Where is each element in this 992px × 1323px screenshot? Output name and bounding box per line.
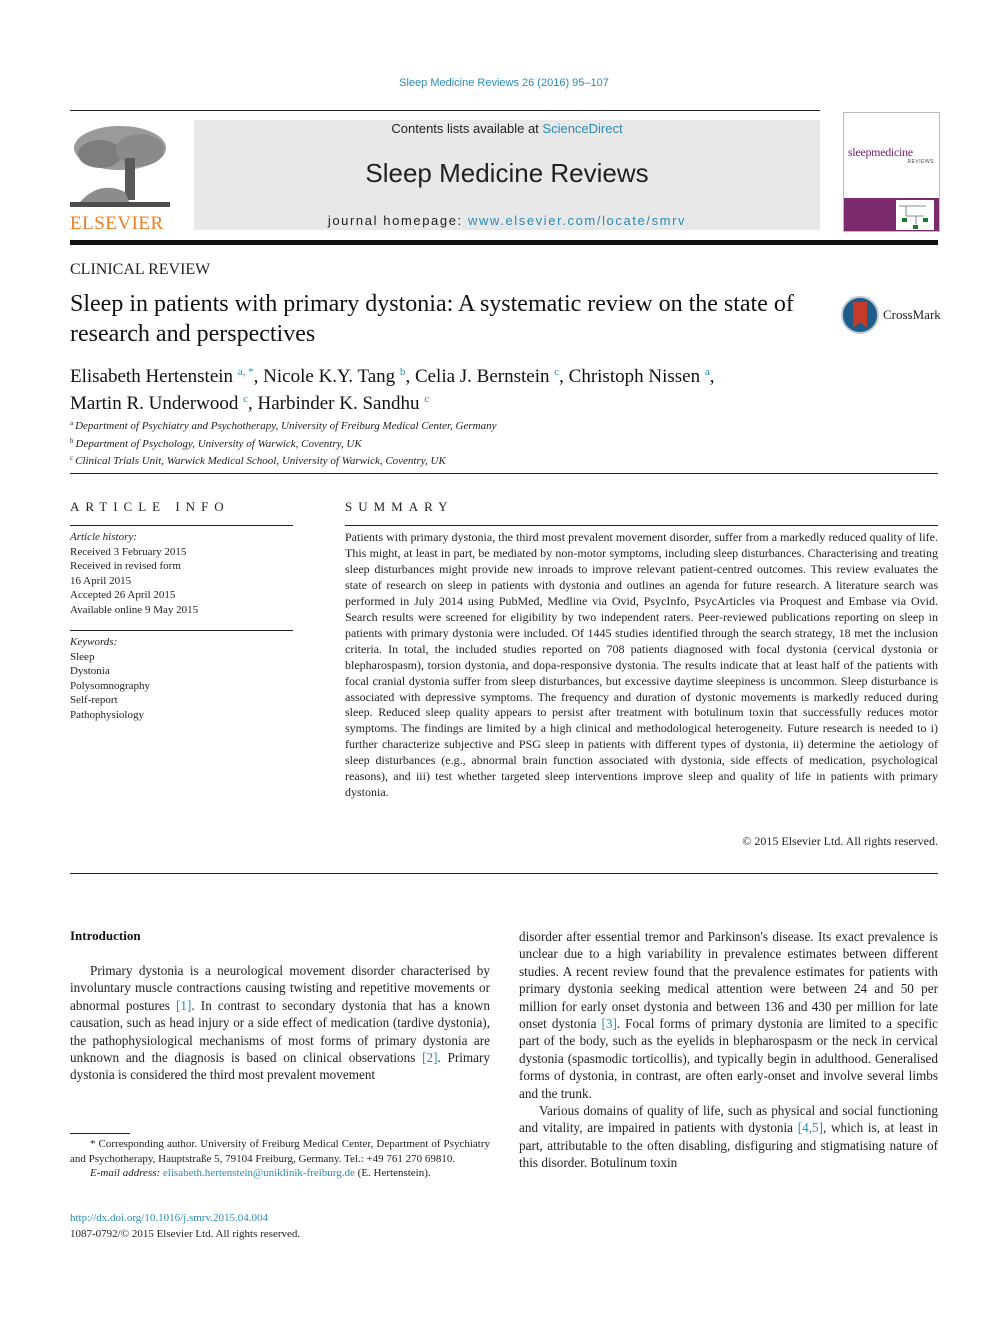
reference-link[interactable]: [1] bbox=[176, 998, 191, 1013]
email-note: E-mail address: elisabeth.hertenstein@un… bbox=[90, 1167, 431, 1179]
history-item: 16 April 2015 bbox=[70, 574, 132, 587]
elsevier-wordmark: ELSEVIER bbox=[70, 213, 164, 234]
author-affiliation-link[interactable]: c bbox=[424, 393, 429, 405]
keywords-label: Keywords: bbox=[70, 636, 118, 648]
affiliation-list: a Department of Psychiatry and Psychother… bbox=[70, 416, 496, 469]
journal-cover-thumbnail[interactable]: sleepmedicine REVIEWS bbox=[843, 112, 940, 232]
summary-copyright: © 2015 Elsevier Ltd. All rights reserved… bbox=[742, 834, 938, 848]
affiliation: c Clinical Trials Unit, Warwick Medical S… bbox=[70, 454, 446, 467]
sciencedirect-link[interactable]: ScienceDirect bbox=[542, 121, 622, 136]
affiliation: a Department of Psychiatry and Psychother… bbox=[70, 419, 497, 432]
contents-prefix: Contents lists available at bbox=[391, 121, 543, 136]
body-column-right: disorder after essential tremor and Park… bbox=[519, 928, 938, 1172]
keyword: Polysomnography bbox=[70, 679, 151, 692]
journal-homepage-link[interactable]: www.elsevier.com/locate/smrv bbox=[468, 213, 686, 228]
doi-link[interactable]: http://dx.doi.org/10.1016/j.smrv.2015.04… bbox=[70, 1211, 300, 1227]
paragraph: Various domains of quality of life, such… bbox=[519, 1103, 938, 1171]
author[interactable]: Celia J. Bernstein c bbox=[415, 366, 559, 387]
paragraph: disorder after essential tremor and Park… bbox=[519, 929, 938, 1101]
history-item: Accepted 26 April 2015 bbox=[70, 589, 176, 601]
history-label: Article history: bbox=[70, 531, 137, 543]
keyword: Sleep bbox=[70, 650, 95, 663]
homepage-line: journal homepage: www.elsevier.com/locat… bbox=[194, 213, 820, 228]
divider bbox=[70, 473, 938, 474]
header-thick-rule bbox=[70, 240, 938, 245]
cover-title: sleepmedicine bbox=[848, 145, 913, 159]
article-info-heading: ARTICLE INFO bbox=[70, 499, 230, 514]
email-link[interactable]: elisabeth.hertenstein@uniklinik-freiburg… bbox=[163, 1167, 355, 1179]
author[interactable]: Nicole K.Y. Tang b bbox=[263, 366, 405, 387]
divider bbox=[70, 630, 293, 631]
author[interactable]: Christoph Nissen a bbox=[569, 366, 710, 387]
author[interactable]: Elisabeth Hertenstein a, * bbox=[70, 366, 254, 387]
contents-line: Contents lists available at ScienceDirec… bbox=[194, 121, 820, 136]
cover-figure-icon bbox=[896, 200, 934, 230]
article-title: Sleep in patients with primary dystonia:… bbox=[70, 291, 794, 347]
header-rule bbox=[70, 110, 820, 111]
divider bbox=[345, 525, 938, 526]
crossmark-button[interactable]: CrossMark bbox=[841, 296, 941, 334]
elsevier-tree-icon bbox=[70, 120, 170, 210]
reference-link[interactable]: [4,5] bbox=[798, 1120, 823, 1135]
homepage-prefix: journal homepage: bbox=[327, 213, 468, 228]
author[interactable]: Martin R. Underwood c bbox=[70, 393, 248, 414]
footnotes: * Corresponding author. University of Fr… bbox=[70, 1137, 490, 1181]
doi-block: http://dx.doi.org/10.1016/j.smrv.2015.04… bbox=[70, 1211, 300, 1242]
crossmark-label: CrossMark bbox=[883, 307, 941, 322]
divider bbox=[70, 525, 293, 526]
footnote-rule bbox=[70, 1133, 130, 1134]
divider bbox=[70, 873, 938, 874]
history-item: Received in revised form bbox=[70, 560, 181, 572]
history-item: Available online 9 May 2015 bbox=[70, 603, 199, 616]
author-affiliation-link[interactable]: a, * bbox=[238, 366, 254, 378]
keywords: Keywords: Sleep Dystonia Polysomnography… bbox=[70, 635, 150, 722]
cover-subtitle: REVIEWS bbox=[907, 159, 934, 165]
summary-text: Patients with primary dystonia, the thir… bbox=[345, 530, 938, 800]
paragraph: Primary dystonia is a neurological movem… bbox=[70, 963, 490, 1083]
crossmark-icon bbox=[841, 296, 879, 334]
reference-link[interactable]: [2] bbox=[422, 1050, 437, 1065]
keyword: Dystonia bbox=[70, 665, 110, 677]
author[interactable]: Harbinder K. Sandhu c bbox=[257, 393, 429, 414]
affiliation: b Department of Psychology, University of… bbox=[70, 436, 362, 450]
article-type: CLINICAL REVIEW bbox=[70, 261, 211, 278]
corresponding-author-note: * Corresponding author. University of Fr… bbox=[70, 1138, 490, 1165]
history-item: Received 3 February 2015 bbox=[70, 545, 187, 558]
journal-citation-link[interactable]: Sleep Medicine Reviews 26 (2016) 95–107 bbox=[0, 77, 992, 89]
journal-title: Sleep Medicine Reviews bbox=[365, 158, 649, 188]
reference-link[interactable]: [3] bbox=[601, 1016, 616, 1031]
summary-heading: SUMMARY bbox=[345, 499, 454, 514]
author-list: Elisabeth Hertenstein a, *, Nicole K.Y. … bbox=[70, 366, 715, 414]
keyword: Self-report bbox=[70, 694, 118, 706]
issn-copyright: 1087-0792/© 2015 Elsevier Ltd. All right… bbox=[70, 1227, 301, 1240]
keyword: Pathophysiology bbox=[70, 708, 144, 721]
journal-banner: Contents lists available at ScienceDirec… bbox=[194, 120, 820, 230]
elsevier-logo[interactable]: ELSEVIER bbox=[70, 120, 174, 234]
body-column-left: Primary dystonia is a neurological movem… bbox=[70, 962, 490, 1084]
article-history: Article history: Received 3 February 201… bbox=[70, 530, 198, 617]
section-heading-introduction: Introduction bbox=[70, 928, 141, 943]
